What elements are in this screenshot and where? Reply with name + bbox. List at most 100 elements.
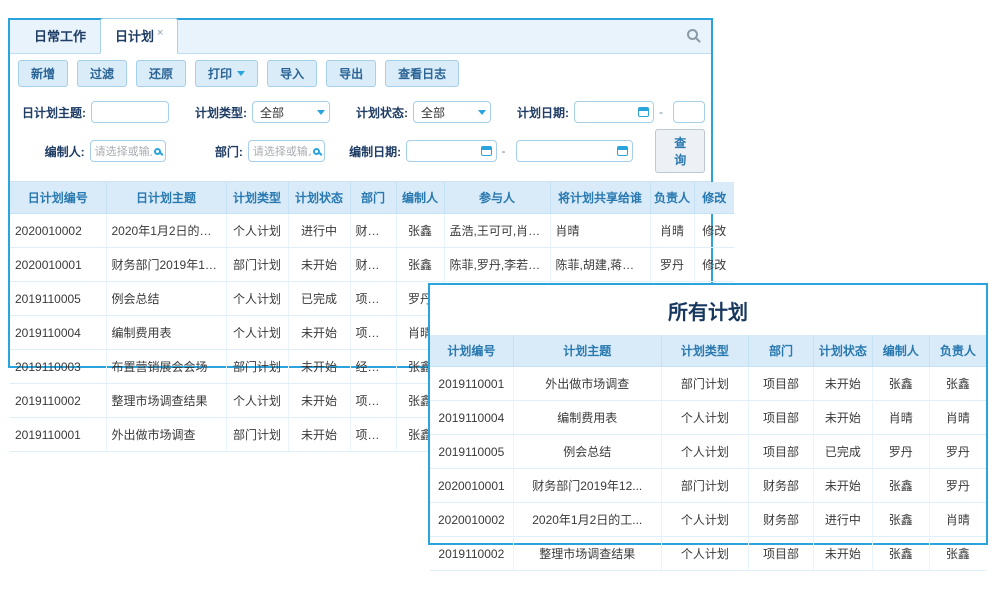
table-row[interactable]: 20200100022020年1月2日的工作日...个人计划进行中财务部张鑫孟浩… bbox=[10, 214, 734, 248]
search-icon[interactable] bbox=[313, 148, 320, 155]
calendar-icon[interactable] bbox=[481, 146, 492, 156]
plan-id-cell[interactable]: 2020010001 bbox=[10, 248, 106, 282]
plan-id-cell: 2019110001 bbox=[430, 367, 513, 401]
export-button[interactable]: 导出 bbox=[326, 60, 376, 87]
plan-date-to-wrap bbox=[673, 101, 705, 123]
plan-status-cell: 已完成 bbox=[813, 435, 872, 469]
compile-date-from-input[interactable] bbox=[411, 142, 478, 160]
compile-date-from-wrap bbox=[406, 140, 496, 162]
share-with-header[interactable]: 将计划共享给谁 bbox=[550, 182, 650, 214]
subject-label: 日计划主题: bbox=[16, 104, 86, 121]
filter-button[interactable]: 过滤 bbox=[77, 60, 127, 87]
plan-type-cell: 部门计划 bbox=[661, 367, 748, 401]
plan-subject-header[interactable]: 计划主题 bbox=[513, 335, 661, 367]
modify-link-header[interactable]: 修改 bbox=[694, 182, 734, 214]
subject-field-wrap bbox=[91, 101, 169, 123]
table-row[interactable]: 2019110001外出做市场调查部门计划项目部未开始张鑫张鑫 bbox=[430, 367, 986, 401]
tab-daily-work[interactable]: 日常工作 bbox=[20, 19, 100, 53]
plan-subject-cell[interactable]: 编制费用表 bbox=[106, 316, 226, 350]
calendar-icon[interactable] bbox=[638, 107, 649, 117]
date-range-separator: - bbox=[659, 105, 663, 119]
plan-subject-cell[interactable]: 财务部门2019年12月的... bbox=[106, 248, 226, 282]
plan-status-header[interactable]: 计划状态 bbox=[813, 335, 872, 367]
department-cell: 项目部 bbox=[749, 537, 814, 571]
add-button[interactable]: 新增 bbox=[18, 60, 68, 87]
plan-subject-header[interactable]: 日计划主题 bbox=[106, 182, 226, 214]
compile-date-to-input[interactable] bbox=[521, 142, 616, 160]
department-cell: 财务部 bbox=[350, 214, 396, 248]
query-button[interactable]: 查询 bbox=[655, 129, 705, 173]
compiler-cell: 张鑫 bbox=[872, 469, 929, 503]
key-search-icon[interactable] bbox=[687, 29, 701, 43]
plan-subject-cell[interactable]: 2020年1月2日的工作日... bbox=[106, 214, 226, 248]
plan-status-cell: 未开始 bbox=[813, 367, 872, 401]
plan-subject-cell[interactable]: 整理市场调查结果 bbox=[106, 384, 226, 418]
plan-subject-cell: 编制费用表 bbox=[513, 401, 661, 435]
plan-status-cell: 未开始 bbox=[288, 248, 350, 282]
department-cell: 项目部 bbox=[350, 282, 396, 316]
compiler-cell: 张鑫 bbox=[872, 537, 929, 571]
plan-id-header[interactable]: 计划编号 bbox=[430, 335, 513, 367]
chevron-down-icon bbox=[478, 110, 486, 115]
plan-type-cell: 部门计划 bbox=[661, 469, 748, 503]
subject-input[interactable] bbox=[96, 103, 164, 121]
plan-date-to-input[interactable] bbox=[678, 103, 700, 121]
plan-status-header[interactable]: 计划状态 bbox=[288, 182, 350, 214]
all-plans-window: 所有计划 计划编号计划主题计划类型部门计划状态编制人负责人2019110001外… bbox=[428, 283, 988, 545]
owner-cell[interactable]: 罗丹 bbox=[650, 248, 694, 282]
plan-type-header[interactable]: 计划类型 bbox=[661, 335, 748, 367]
department-header[interactable]: 部门 bbox=[749, 335, 814, 367]
table-row[interactable]: 2019110002整理市场调查结果个人计划项目部未开始张鑫张鑫 bbox=[430, 537, 986, 571]
table-row[interactable]: 20200100022020年1月2日的工...个人计划财务部进行中张鑫肖晴 bbox=[430, 503, 986, 537]
tab-label: 日常工作 bbox=[34, 29, 86, 44]
plan-id-cell[interactable]: 2019110005 bbox=[10, 282, 106, 316]
all-plans-title: 所有计划 bbox=[430, 285, 986, 335]
compiler-header[interactable]: 编制人 bbox=[872, 335, 929, 367]
dept-input[interactable] bbox=[253, 142, 311, 160]
owner-header[interactable]: 负责人 bbox=[650, 182, 694, 214]
table-row[interactable]: 2019110004编制费用表个人计划项目部未开始肖晴肖晴 bbox=[430, 401, 986, 435]
department-header[interactable]: 部门 bbox=[350, 182, 396, 214]
import-button[interactable]: 导入 bbox=[267, 60, 317, 87]
owner-header[interactable]: 负责人 bbox=[929, 335, 986, 367]
plan-subject-cell[interactable]: 布置营销展会会场 bbox=[106, 350, 226, 384]
department-cell: 财务部 bbox=[749, 503, 814, 537]
plan-id-cell[interactable]: 2020010002 bbox=[10, 214, 106, 248]
plan-date-from-input[interactable] bbox=[579, 103, 636, 121]
plan-id-cell[interactable]: 2019110001 bbox=[10, 418, 106, 452]
print-button[interactable]: 打印 bbox=[195, 60, 258, 87]
table-header-row: 计划编号计划主题计划类型部门计划状态编制人负责人 bbox=[430, 335, 986, 367]
plan-id-cell[interactable]: 2019110002 bbox=[10, 384, 106, 418]
participants-header[interactable]: 参与人 bbox=[444, 182, 550, 214]
compiler-header[interactable]: 编制人 bbox=[396, 182, 444, 214]
plan-subject-cell: 例会总结 bbox=[513, 435, 661, 469]
plan-type-header[interactable]: 计划类型 bbox=[226, 182, 288, 214]
close-tab-icon[interactable]: × bbox=[157, 27, 163, 39]
modify-link-cell[interactable]: 修改 bbox=[694, 248, 734, 282]
plan-subject-cell[interactable]: 例会总结 bbox=[106, 282, 226, 316]
compiler-cell: 罗丹 bbox=[872, 435, 929, 469]
plan-id-cell: 2019110005 bbox=[430, 435, 513, 469]
table-row[interactable]: 2020010001财务部门2019年12月的...部门计划未开始财务部张鑫陈菲… bbox=[10, 248, 734, 282]
tab-daily-plan[interactable]: 日计划× bbox=[100, 18, 178, 54]
table-row[interactable]: 2019110005例会总结个人计划项目部已完成罗丹罗丹 bbox=[430, 435, 986, 469]
plan-id-cell[interactable]: 2019110003 bbox=[10, 350, 106, 384]
search-icon[interactable] bbox=[154, 148, 161, 155]
participants-cell: 陈菲,罗丹,李若若,罗... bbox=[444, 248, 550, 282]
plan-status-select[interactable]: 全部 bbox=[413, 101, 491, 123]
plan-id-header[interactable]: 日计划编号 bbox=[10, 182, 106, 214]
view-log-button[interactable]: 查看日志 bbox=[385, 60, 459, 87]
plan-status-cell: 进行中 bbox=[813, 503, 872, 537]
compiler-input[interactable] bbox=[95, 142, 153, 160]
restore-button[interactable]: 还原 bbox=[136, 60, 186, 87]
owner-cell[interactable]: 肖晴 bbox=[650, 214, 694, 248]
plan-id-cell: 2020010002 bbox=[430, 503, 513, 537]
calendar-icon[interactable] bbox=[617, 146, 628, 156]
plan-subject-cell[interactable]: 外出做市场调查 bbox=[106, 418, 226, 452]
plan-id-cell[interactable]: 2019110004 bbox=[10, 316, 106, 350]
plan-type-select[interactable]: 全部 bbox=[252, 101, 330, 123]
share-with-cell: 肖晴 bbox=[550, 214, 650, 248]
table-row[interactable]: 2020010001财务部门2019年12...部门计划财务部未开始张鑫罗丹 bbox=[430, 469, 986, 503]
plan-subject-cell: 2020年1月2日的工... bbox=[513, 503, 661, 537]
modify-link-cell[interactable]: 修改 bbox=[694, 214, 734, 248]
